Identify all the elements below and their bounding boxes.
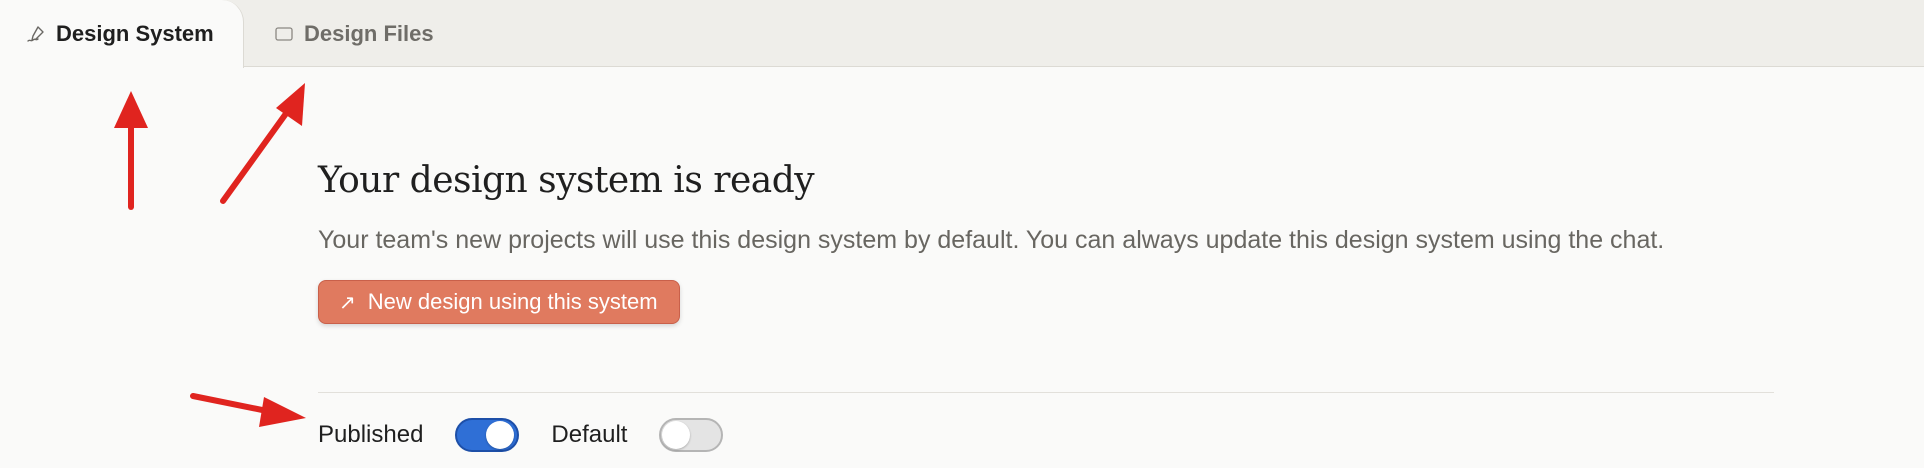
- signature-icon: [26, 24, 46, 44]
- new-design-button[interactable]: ↗ New design using this system: [318, 280, 680, 324]
- annotation-arrow: [220, 105, 293, 204]
- tab-bar: Design System Design Files: [0, 0, 1924, 68]
- main-content: Your design system is ready Your team's …: [318, 160, 1774, 324]
- divider: [318, 392, 1774, 393]
- arrow-up-right-icon: ↗: [339, 291, 356, 314]
- tab-label: Design Files: [304, 21, 434, 46]
- toggle-row: Published Default: [318, 418, 724, 452]
- new-design-button-label: New design using this system: [367, 289, 658, 314]
- folder-icon: [274, 24, 294, 44]
- toggle-knob: [486, 421, 515, 449]
- default-toggle[interactable]: [659, 418, 724, 452]
- tab-label: Design System: [56, 21, 214, 46]
- default-label: Default: [551, 421, 628, 448]
- page-description: Your team's new projects will use this d…: [318, 226, 1665, 254]
- toggle-knob: [662, 421, 691, 449]
- tab-design-system[interactable]: Design System: [0, 0, 244, 68]
- page-title: Your design system is ready: [318, 160, 815, 201]
- tab-design-files[interactable]: Design Files: [274, 0, 434, 68]
- published-toggle[interactable]: [455, 418, 520, 452]
- published-label: Published: [318, 421, 424, 448]
- annotation-arrow: [190, 393, 275, 415]
